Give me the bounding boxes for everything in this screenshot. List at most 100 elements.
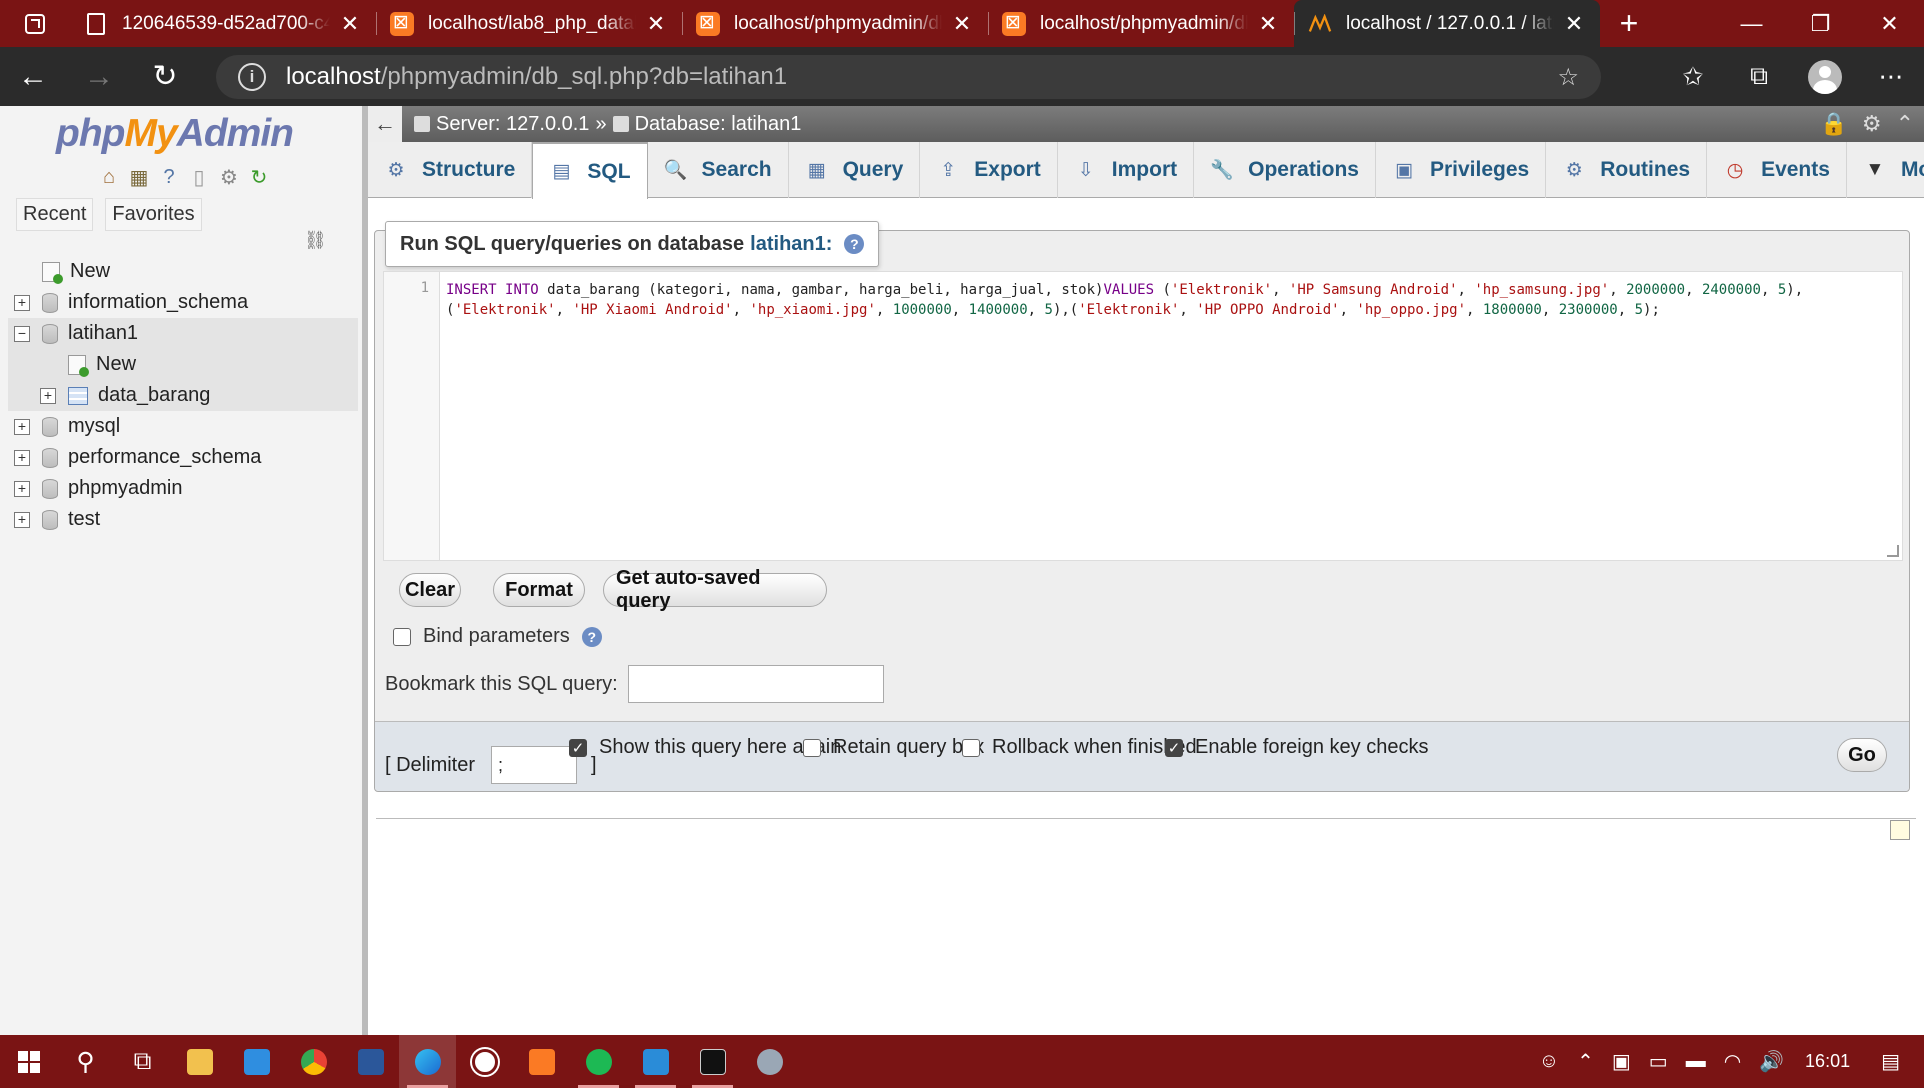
file-explorer-icon[interactable] bbox=[171, 1035, 228, 1088]
tree-item-latihan1-new-table[interactable]: New bbox=[8, 349, 358, 380]
tree-item-label[interactable]: mysql bbox=[68, 415, 120, 438]
refresh-icon[interactable]: ↻ bbox=[246, 164, 272, 190]
retain-query-box-option[interactable]: Retain query box bbox=[803, 736, 984, 759]
tree-item-label[interactable]: New bbox=[96, 353, 136, 376]
show-hidden-icons-chevron-icon[interactable]: ⌃ bbox=[1577, 1049, 1594, 1074]
collapse-minus-icon[interactable]: − bbox=[14, 325, 30, 342]
breadcrumb-server[interactable]: Server: 127.0.0.1 bbox=[436, 113, 589, 136]
tab-search[interactable]: 🔍 Search bbox=[648, 142, 789, 198]
people-icon[interactable]: ☺ bbox=[1539, 1050, 1559, 1073]
sql-query-text[interactable]: INSERT INTO data_barang (kategori, nama,… bbox=[446, 280, 1896, 320]
address-bar[interactable]: i localhost/phpmyadmin/db_sql.php?db=lat… bbox=[216, 55, 1601, 99]
tree-item-label[interactable]: test bbox=[68, 508, 100, 531]
close-icon[interactable]: ✕ bbox=[1256, 11, 1280, 37]
word-icon[interactable] bbox=[342, 1035, 399, 1088]
help-icon[interactable]: ? bbox=[844, 234, 865, 254]
app-icon[interactable] bbox=[741, 1035, 798, 1088]
editor-resize-handle[interactable] bbox=[1887, 545, 1899, 557]
tree-item-data-barang[interactable]: + data_barang bbox=[8, 380, 358, 411]
rollback-when-finished-option[interactable]: Rollback when finished bbox=[962, 736, 1197, 759]
collapse-nav-arrow-icon[interactable]: ← bbox=[368, 106, 402, 142]
close-window-icon[interactable]: ✕ bbox=[1855, 0, 1924, 47]
tree-item-label[interactable]: data_barang bbox=[98, 384, 210, 407]
tab-events[interactable]: ◷ Events bbox=[1707, 142, 1847, 198]
tree-item-mysql[interactable]: + mysql bbox=[8, 411, 358, 442]
tree-item-information-schema[interactable]: + information_schema bbox=[8, 287, 358, 318]
tree-item-latihan1[interactable]: − latihan1 bbox=[8, 318, 358, 349]
collections-icon[interactable]: ⧉ bbox=[1726, 62, 1792, 91]
tab-actions-menu-icon[interactable] bbox=[0, 0, 70, 47]
logout-icon[interactable]: ▦ bbox=[126, 164, 152, 190]
spotify-icon[interactable] bbox=[570, 1035, 627, 1088]
settings-gear-icon[interactable]: ⚙ bbox=[1862, 111, 1882, 137]
show-query-again-checkbox[interactable]: ✓ bbox=[569, 738, 587, 757]
format-button[interactable]: Format bbox=[493, 573, 585, 607]
show-query-again-option[interactable]: ✓ Show this query here again bbox=[569, 736, 841, 759]
chrome-icon[interactable] bbox=[285, 1035, 342, 1088]
edge-icon[interactable] bbox=[399, 1035, 456, 1088]
xampp-icon[interactable] bbox=[513, 1035, 570, 1088]
enable-foreign-key-checks-checkbox[interactable]: ✓ bbox=[1165, 738, 1183, 757]
enable-foreign-key-checks-option[interactable]: ✓ Enable foreign key checks bbox=[1165, 736, 1428, 759]
back-arrow-icon[interactable]: ← bbox=[0, 47, 66, 106]
bookmark-input[interactable] bbox=[627, 665, 884, 703]
collapse-top-icon[interactable]: ⌃ bbox=[1896, 111, 1914, 137]
tree-item-label[interactable]: information_schema bbox=[68, 291, 248, 314]
tab-routines[interactable]: ⚙ Routines bbox=[1546, 142, 1708, 198]
bind-parameters-checkbox[interactable] bbox=[393, 627, 411, 646]
url-text[interactable]: localhost/phpmyadmin/db_sql.php?db=latih… bbox=[286, 63, 787, 91]
close-icon[interactable]: ✕ bbox=[950, 11, 974, 37]
tree-item-label[interactable]: latihan1 bbox=[68, 322, 138, 345]
settings-gear-icon[interactable]: ⚙ bbox=[216, 164, 242, 190]
tab-more[interactable]: ▼ More bbox=[1847, 142, 1924, 198]
expand-plus-icon[interactable]: + bbox=[40, 387, 56, 404]
expand-plus-icon[interactable]: + bbox=[14, 480, 30, 497]
mail-icon[interactable] bbox=[228, 1035, 285, 1088]
lock-icon[interactable]: 🔒 bbox=[1820, 111, 1847, 137]
add-favorite-star-icon[interactable]: ☆ bbox=[1557, 63, 1579, 92]
meet-now-icon[interactable]: ▣ bbox=[1612, 1049, 1631, 1074]
tree-item-new[interactable]: New bbox=[8, 256, 358, 287]
home-icon[interactable]: ⌂ bbox=[96, 164, 122, 190]
notifications-icon[interactable]: ▤ bbox=[1881, 1049, 1900, 1074]
console-toggle-icon[interactable] bbox=[1890, 820, 1910, 840]
favorites-button[interactable]: Favorites bbox=[105, 198, 202, 231]
help-icon[interactable]: ? bbox=[156, 164, 182, 190]
screen-icon[interactable]: ▭ bbox=[1649, 1049, 1668, 1074]
task-view-icon[interactable]: ⧉ bbox=[114, 1035, 171, 1088]
tree-item-label[interactable]: performance_schema bbox=[68, 446, 261, 469]
vscode-icon[interactable] bbox=[627, 1035, 684, 1088]
battery-icon[interactable]: ▬ bbox=[1686, 1050, 1706, 1073]
close-icon[interactable]: ✕ bbox=[1562, 11, 1586, 37]
legend-database-link[interactable]: latihan1: bbox=[750, 233, 832, 256]
clock[interactable]: 16:01 bbox=[1805, 1051, 1850, 1072]
browser-tab-4-active[interactable]: localhost / 127.0.0.1 / latih ✕ bbox=[1294, 0, 1600, 47]
favorites-icon[interactable]: ✩ bbox=[1660, 62, 1726, 92]
expand-plus-icon[interactable]: + bbox=[14, 511, 30, 528]
new-tab-plus-icon[interactable]: + bbox=[1600, 0, 1658, 47]
close-icon[interactable]: ✕ bbox=[644, 11, 668, 37]
site-info-icon[interactable]: i bbox=[238, 63, 266, 91]
docs-icon[interactable]: ▯ bbox=[186, 164, 212, 190]
more-menu-icon[interactable]: ⋯ bbox=[1858, 62, 1924, 92]
reload-icon[interactable]: ↻ bbox=[132, 47, 198, 106]
terminal-icon[interactable] bbox=[684, 1035, 741, 1088]
tree-item-label[interactable]: phpmyadmin bbox=[68, 477, 183, 500]
tree-item-performance-schema[interactable]: + performance_schema bbox=[8, 442, 358, 473]
help-icon[interactable]: ? bbox=[581, 626, 602, 647]
option-label[interactable]: Enable foreign key checks bbox=[1195, 736, 1428, 759]
volume-icon[interactable]: 🔊 bbox=[1759, 1049, 1784, 1074]
tab-query[interactable]: ▦ Query bbox=[789, 142, 921, 198]
browser-tab-0[interactable]: 120646539-d52ad700-c4a ✕ bbox=[70, 0, 376, 47]
forward-arrow-icon[interactable]: → bbox=[66, 47, 132, 106]
tree-item-label[interactable]: New bbox=[70, 260, 110, 283]
go-button[interactable]: Go bbox=[1837, 738, 1887, 772]
delimiter-input[interactable]: ; bbox=[491, 746, 578, 784]
sql-query-editor[interactable]: 1 INSERT INTO data_barang (kategori, nam… bbox=[383, 271, 1903, 561]
expand-plus-icon[interactable]: + bbox=[14, 294, 30, 311]
profile-avatar-icon[interactable] bbox=[1808, 59, 1842, 94]
tree-item-test[interactable]: + test bbox=[8, 504, 358, 535]
browser-tab-2[interactable]: localhost/phpmyadmin/db ✕ bbox=[682, 0, 988, 47]
bind-parameters-label[interactable]: Bind parameters bbox=[423, 625, 570, 648]
recent-button[interactable]: Recent bbox=[16, 198, 94, 231]
